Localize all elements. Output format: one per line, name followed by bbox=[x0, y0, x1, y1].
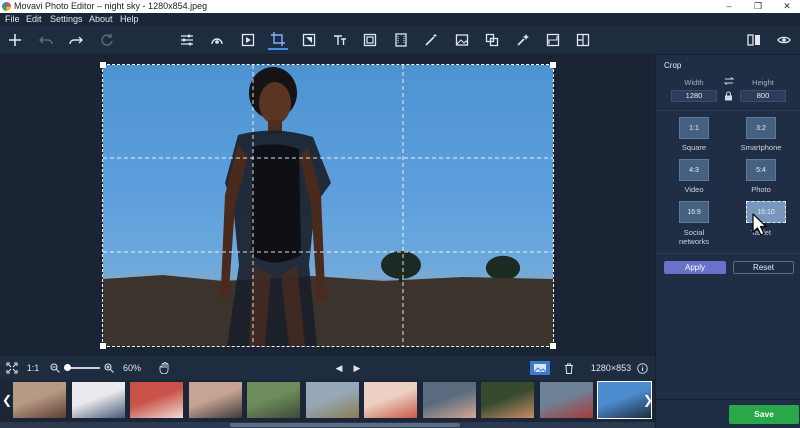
main-toolbar bbox=[0, 26, 800, 55]
ratio-5-4-button[interactable]: 5:4 bbox=[746, 159, 776, 181]
mouse-pointer-icon bbox=[752, 213, 767, 236]
zoom-in-icon[interactable] bbox=[103, 356, 115, 380]
retouch-icon[interactable] bbox=[207, 30, 227, 50]
filmstrip-thumbnail[interactable] bbox=[13, 382, 66, 418]
panel-divider bbox=[656, 253, 800, 254]
zoom-out-icon[interactable] bbox=[49, 356, 61, 380]
width-input[interactable]: 1280 bbox=[671, 90, 717, 102]
filmstrip-right-arrow-icon[interactable]: ❯ bbox=[643, 392, 653, 408]
redo-icon[interactable] bbox=[66, 30, 86, 50]
image-icon[interactable] bbox=[452, 30, 472, 50]
hand-tool-icon[interactable] bbox=[157, 356, 171, 380]
swap-dimensions-icon[interactable] bbox=[724, 77, 734, 85]
ratio-3-2-label: Smartphone bbox=[740, 143, 782, 152]
sparkle-icon[interactable] bbox=[513, 30, 533, 50]
actual-size-button[interactable]: 1:1 bbox=[26, 356, 40, 380]
menu-file[interactable]: File bbox=[5, 13, 20, 26]
split-icon[interactable] bbox=[573, 30, 593, 50]
ratio-4-3-label: Video bbox=[684, 185, 704, 194]
reset-history-icon[interactable] bbox=[97, 30, 117, 50]
menu-edit[interactable]: Edit bbox=[26, 13, 42, 26]
minimize-button[interactable]: – bbox=[718, 0, 740, 13]
filmstrip: ❮ ❯ bbox=[0, 380, 655, 422]
save-button[interactable]: Save bbox=[729, 405, 799, 424]
film-icon[interactable] bbox=[391, 30, 411, 50]
ratio-3-2-button[interactable]: 3:2 bbox=[746, 117, 776, 139]
ratio-5-4-label: Photo bbox=[751, 185, 771, 194]
reset-button[interactable]: Reset bbox=[733, 261, 794, 274]
ratio-16-9-button[interactable]: 16:9 bbox=[679, 201, 709, 223]
zoom-slider-handle[interactable] bbox=[64, 364, 71, 371]
crop-panel: Crop Width Height 1280 800 1:1 Square 3:… bbox=[655, 55, 800, 428]
app-logo-icon bbox=[2, 2, 11, 11]
title-bar: Movavi Photo Editor – night sky - 1280x8… bbox=[0, 0, 800, 13]
menu-settings[interactable]: Settings bbox=[50, 13, 83, 26]
window-title: Movavi Photo Editor – night sky - 1280x8… bbox=[14, 1, 208, 11]
filmstrip-thumbnail[interactable] bbox=[364, 382, 417, 418]
effects-icon[interactable] bbox=[238, 30, 258, 50]
apply-button[interactable]: Apply bbox=[664, 261, 726, 274]
info-icon[interactable] bbox=[636, 356, 648, 380]
crop-icon[interactable] bbox=[268, 30, 288, 50]
filmstrip-thumbnail[interactable] bbox=[71, 382, 125, 418]
maximize-button[interactable]: ❐ bbox=[747, 0, 769, 13]
crop-frame[interactable] bbox=[100, 62, 556, 349]
filmstrip-thumbnail[interactable] bbox=[247, 382, 300, 418]
filmstrip-toggle-icon[interactable] bbox=[529, 356, 551, 380]
height-label: Height bbox=[752, 78, 774, 87]
text-icon[interactable] bbox=[330, 30, 350, 50]
height-input[interactable]: 800 bbox=[740, 90, 786, 102]
delete-icon[interactable] bbox=[563, 356, 575, 380]
compare-icon[interactable] bbox=[744, 30, 764, 50]
menu-bar: File Edit Settings About Help bbox=[0, 13, 800, 26]
menu-help[interactable]: Help bbox=[120, 13, 139, 26]
add-icon[interactable] bbox=[5, 30, 25, 50]
filmstrip-thumbnail[interactable] bbox=[130, 382, 183, 418]
filmstrip-scrollbar[interactable] bbox=[0, 422, 655, 428]
eye-icon[interactable] bbox=[774, 30, 794, 50]
undo-icon[interactable] bbox=[36, 30, 56, 50]
ratio-1-1-label: Square bbox=[681, 143, 707, 152]
objects-icon[interactable] bbox=[299, 30, 319, 50]
width-label: Width bbox=[684, 78, 704, 87]
panel-title: Crop bbox=[664, 61, 682, 70]
crop-handle-top-right[interactable] bbox=[550, 62, 556, 68]
ratio-16-9-label: Social networks bbox=[678, 228, 709, 246]
panel-divider bbox=[656, 110, 800, 111]
filmstrip-left-arrow-icon[interactable]: ❮ bbox=[2, 392, 12, 408]
close-button[interactable]: ✕ bbox=[776, 0, 798, 13]
panel-divider bbox=[656, 399, 800, 400]
filmstrip-thumbnail[interactable] bbox=[539, 382, 593, 418]
filmstrip-scrollbar-thumb[interactable] bbox=[230, 423, 460, 427]
zoom-level: 60% bbox=[122, 363, 141, 373]
resize-icon[interactable] bbox=[543, 30, 563, 50]
layers-icon[interactable] bbox=[482, 30, 502, 50]
filmstrip-thumbnail[interactable] bbox=[305, 382, 359, 418]
fit-screen-icon[interactable] bbox=[4, 356, 20, 380]
ratio-1-1-button[interactable]: 1:1 bbox=[679, 117, 709, 139]
next-image-button[interactable]: ▶ bbox=[351, 356, 363, 380]
image-dimensions: 1280×853 bbox=[590, 363, 632, 373]
crop-handle-bottom-left[interactable] bbox=[100, 343, 106, 349]
filmstrip-thumbnail[interactable] bbox=[481, 382, 534, 418]
bottom-bar: 1:1 60% ◀ ▶ 1280×853 bbox=[0, 356, 655, 380]
lock-aspect-icon[interactable] bbox=[724, 91, 733, 101]
frames-icon[interactable] bbox=[360, 30, 380, 50]
adjust-icon[interactable] bbox=[177, 30, 197, 50]
filmstrip-thumbnail[interactable] bbox=[422, 382, 476, 418]
ratio-4-3-button[interactable]: 4:3 bbox=[679, 159, 709, 181]
menu-about[interactable]: About bbox=[89, 13, 113, 26]
previous-image-button[interactable]: ◀ bbox=[333, 356, 345, 380]
crop-handle-top-left[interactable] bbox=[100, 62, 106, 68]
filmstrip-thumbnail[interactable] bbox=[188, 382, 242, 418]
crop-handle-bottom-right[interactable] bbox=[550, 343, 556, 349]
magic-wand-icon[interactable] bbox=[421, 30, 441, 50]
